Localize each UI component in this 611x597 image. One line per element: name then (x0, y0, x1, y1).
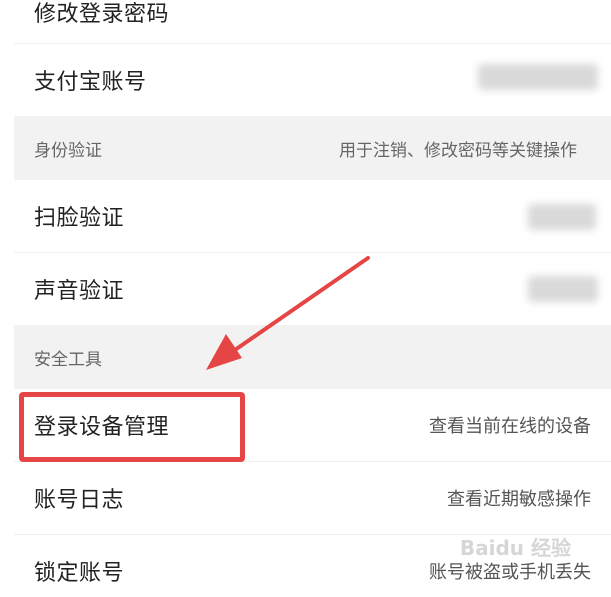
blurred-account-value (478, 64, 598, 90)
section-title: 身份验证 (34, 140, 102, 161)
row-value: 账号被盗或手机丢失 (429, 562, 591, 583)
section-title: 安全工具 (34, 349, 102, 370)
row-change-password[interactable]: 修改登录密码 (14, 0, 611, 42)
section-identity-verification: 身份验证 用于注销、修改密码等关键操作 (14, 116, 611, 180)
row-label: 声音验证 (34, 279, 125, 304)
watermark: Baidu 经验 (459, 536, 571, 560)
row-label: 扫脸验证 (34, 206, 125, 231)
row-label: 修改登录密码 (34, 2, 170, 27)
section-hint: 用于注销、修改密码等关键操作 (339, 140, 577, 161)
row-account-log[interactable]: 账号日志 查看近期敏感操作 (14, 462, 611, 534)
blurred-voice-status (528, 276, 598, 302)
row-label: 账号日志 (34, 488, 125, 513)
blurred-face-status (528, 204, 596, 230)
row-value: 查看近期敏感操作 (447, 489, 591, 510)
row-label: 支付宝账号 (34, 70, 147, 95)
row-label: 锁定账号 (34, 561, 125, 586)
row-voice-verification[interactable]: 声音验证 (14, 253, 611, 325)
row-face-verification[interactable]: 扫脸验证 (14, 180, 611, 252)
highlight-box (19, 392, 245, 462)
security-settings-page: 修改登录密码 支付宝账号 身份验证 用于注销、修改密码等关键操作 扫脸验证 声音… (0, 0, 611, 597)
row-value: 查看当前在线的设备 (429, 416, 591, 437)
section-security-tools: 安全工具 (14, 325, 611, 389)
